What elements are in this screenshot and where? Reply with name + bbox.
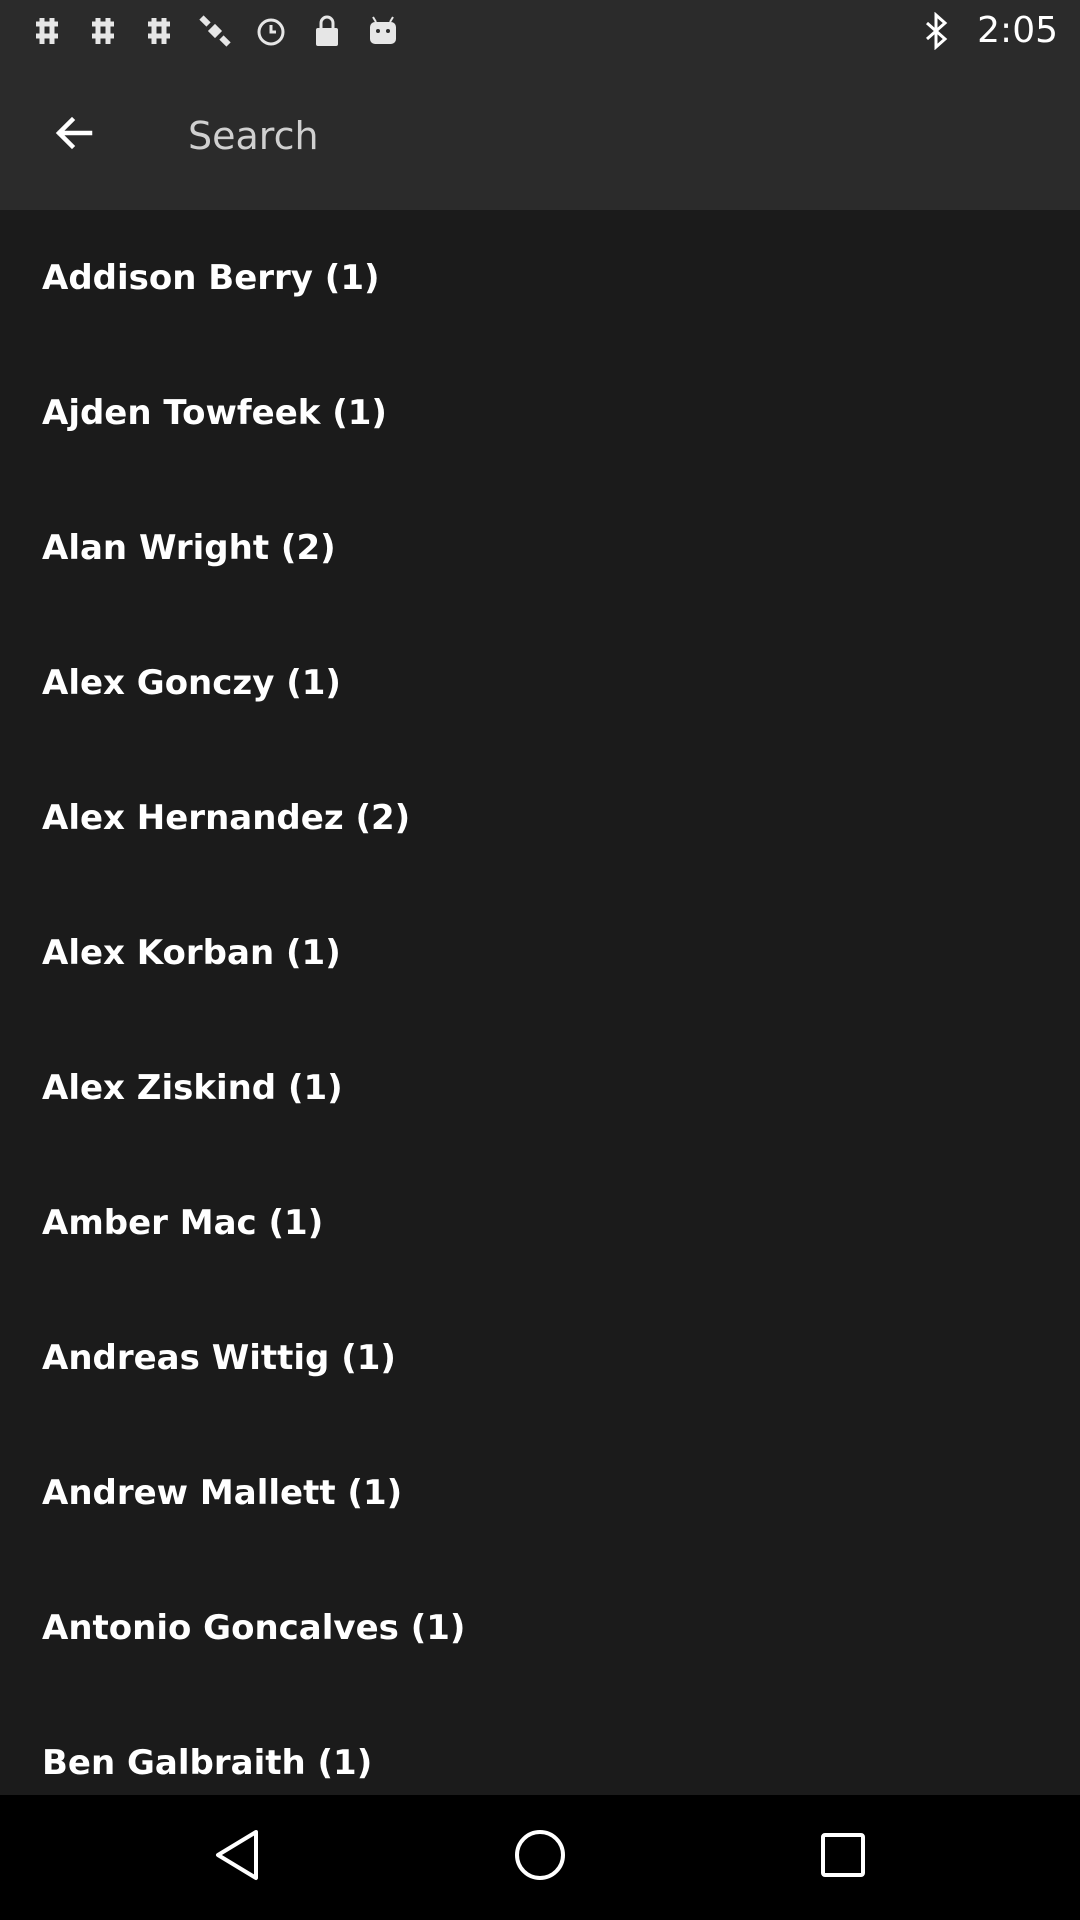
nav-home-button[interactable] <box>500 1817 580 1897</box>
list-item-label: Andreas Wittig (1) <box>42 1337 396 1378</box>
nav-recents-button[interactable] <box>803 1817 883 1897</box>
list-item[interactable]: Ajden Towfeek (1) <box>0 345 1080 480</box>
navigation-bar <box>0 1795 1080 1920</box>
back-triangle-icon <box>212 1827 262 1887</box>
search-input[interactable] <box>188 101 1038 171</box>
speaker-list: Addison Berry (1) Ajden Towfeek (1) Alan… <box>0 210 1080 1795</box>
bluetooth-icon <box>917 12 955 50</box>
home-circle-icon <box>512 1827 568 1887</box>
list-item-label: Andrew Mallett (1) <box>42 1472 403 1513</box>
list-item-label: Ben Galbraith (1) <box>42 1742 373 1783</box>
list-item-label: Antonio Goncalves (1) <box>42 1607 466 1648</box>
hashtag-icon <box>84 12 122 50</box>
list-item[interactable]: Antonio Goncalves (1) <box>0 1560 1080 1695</box>
list-item[interactable]: Alex Hernandez (2) <box>0 750 1080 885</box>
recents-square-icon <box>818 1830 868 1884</box>
list-item[interactable]: Andreas Wittig (1) <box>0 1290 1080 1425</box>
list-item-label: Ajden Towfeek (1) <box>42 392 387 433</box>
lock-icon <box>308 12 346 50</box>
list-item-label: Alex Ziskind (1) <box>42 1067 343 1108</box>
android-icon <box>364 12 402 50</box>
list-item-label: Alex Korban (1) <box>42 932 341 973</box>
list-item[interactable]: Alan Wright (2) <box>0 480 1080 615</box>
list-item[interactable]: Amber Mac (1) <box>0 1155 1080 1290</box>
back-button[interactable] <box>38 99 110 171</box>
satellite-icon <box>196 12 234 50</box>
list-item[interactable]: Ben Galbraith (1) <box>0 1695 1080 1795</box>
status-left-icons <box>28 12 402 50</box>
list-item-label: Addison Berry (1) <box>42 257 380 298</box>
status-bar: 2:05 <box>0 0 1080 63</box>
nav-back-button[interactable] <box>197 1817 277 1897</box>
list-item[interactable]: Andrew Mallett (1) <box>0 1425 1080 1560</box>
search-toolbar <box>0 63 1080 210</box>
list-item[interactable]: Alex Gonczy (1) <box>0 615 1080 750</box>
status-time: 2:05 <box>977 10 1058 51</box>
status-right: 2:05 <box>917 8 1058 54</box>
hashtag-icon <box>140 12 178 50</box>
list-item[interactable]: Addison Berry (1) <box>0 210 1080 345</box>
list-item-label: Alan Wright (2) <box>42 527 336 568</box>
hashtag-icon <box>28 12 66 50</box>
list-item[interactable]: Alex Ziskind (1) <box>0 1020 1080 1155</box>
list-item-label: Alex Gonczy (1) <box>42 662 341 703</box>
list-item-label: Alex Hernandez (2) <box>42 797 411 838</box>
list-item-label: Amber Mac (1) <box>42 1202 324 1243</box>
alarm-icon <box>252 12 290 50</box>
arrow-back-icon <box>50 109 98 161</box>
list-item[interactable]: Alex Korban (1) <box>0 885 1080 1020</box>
